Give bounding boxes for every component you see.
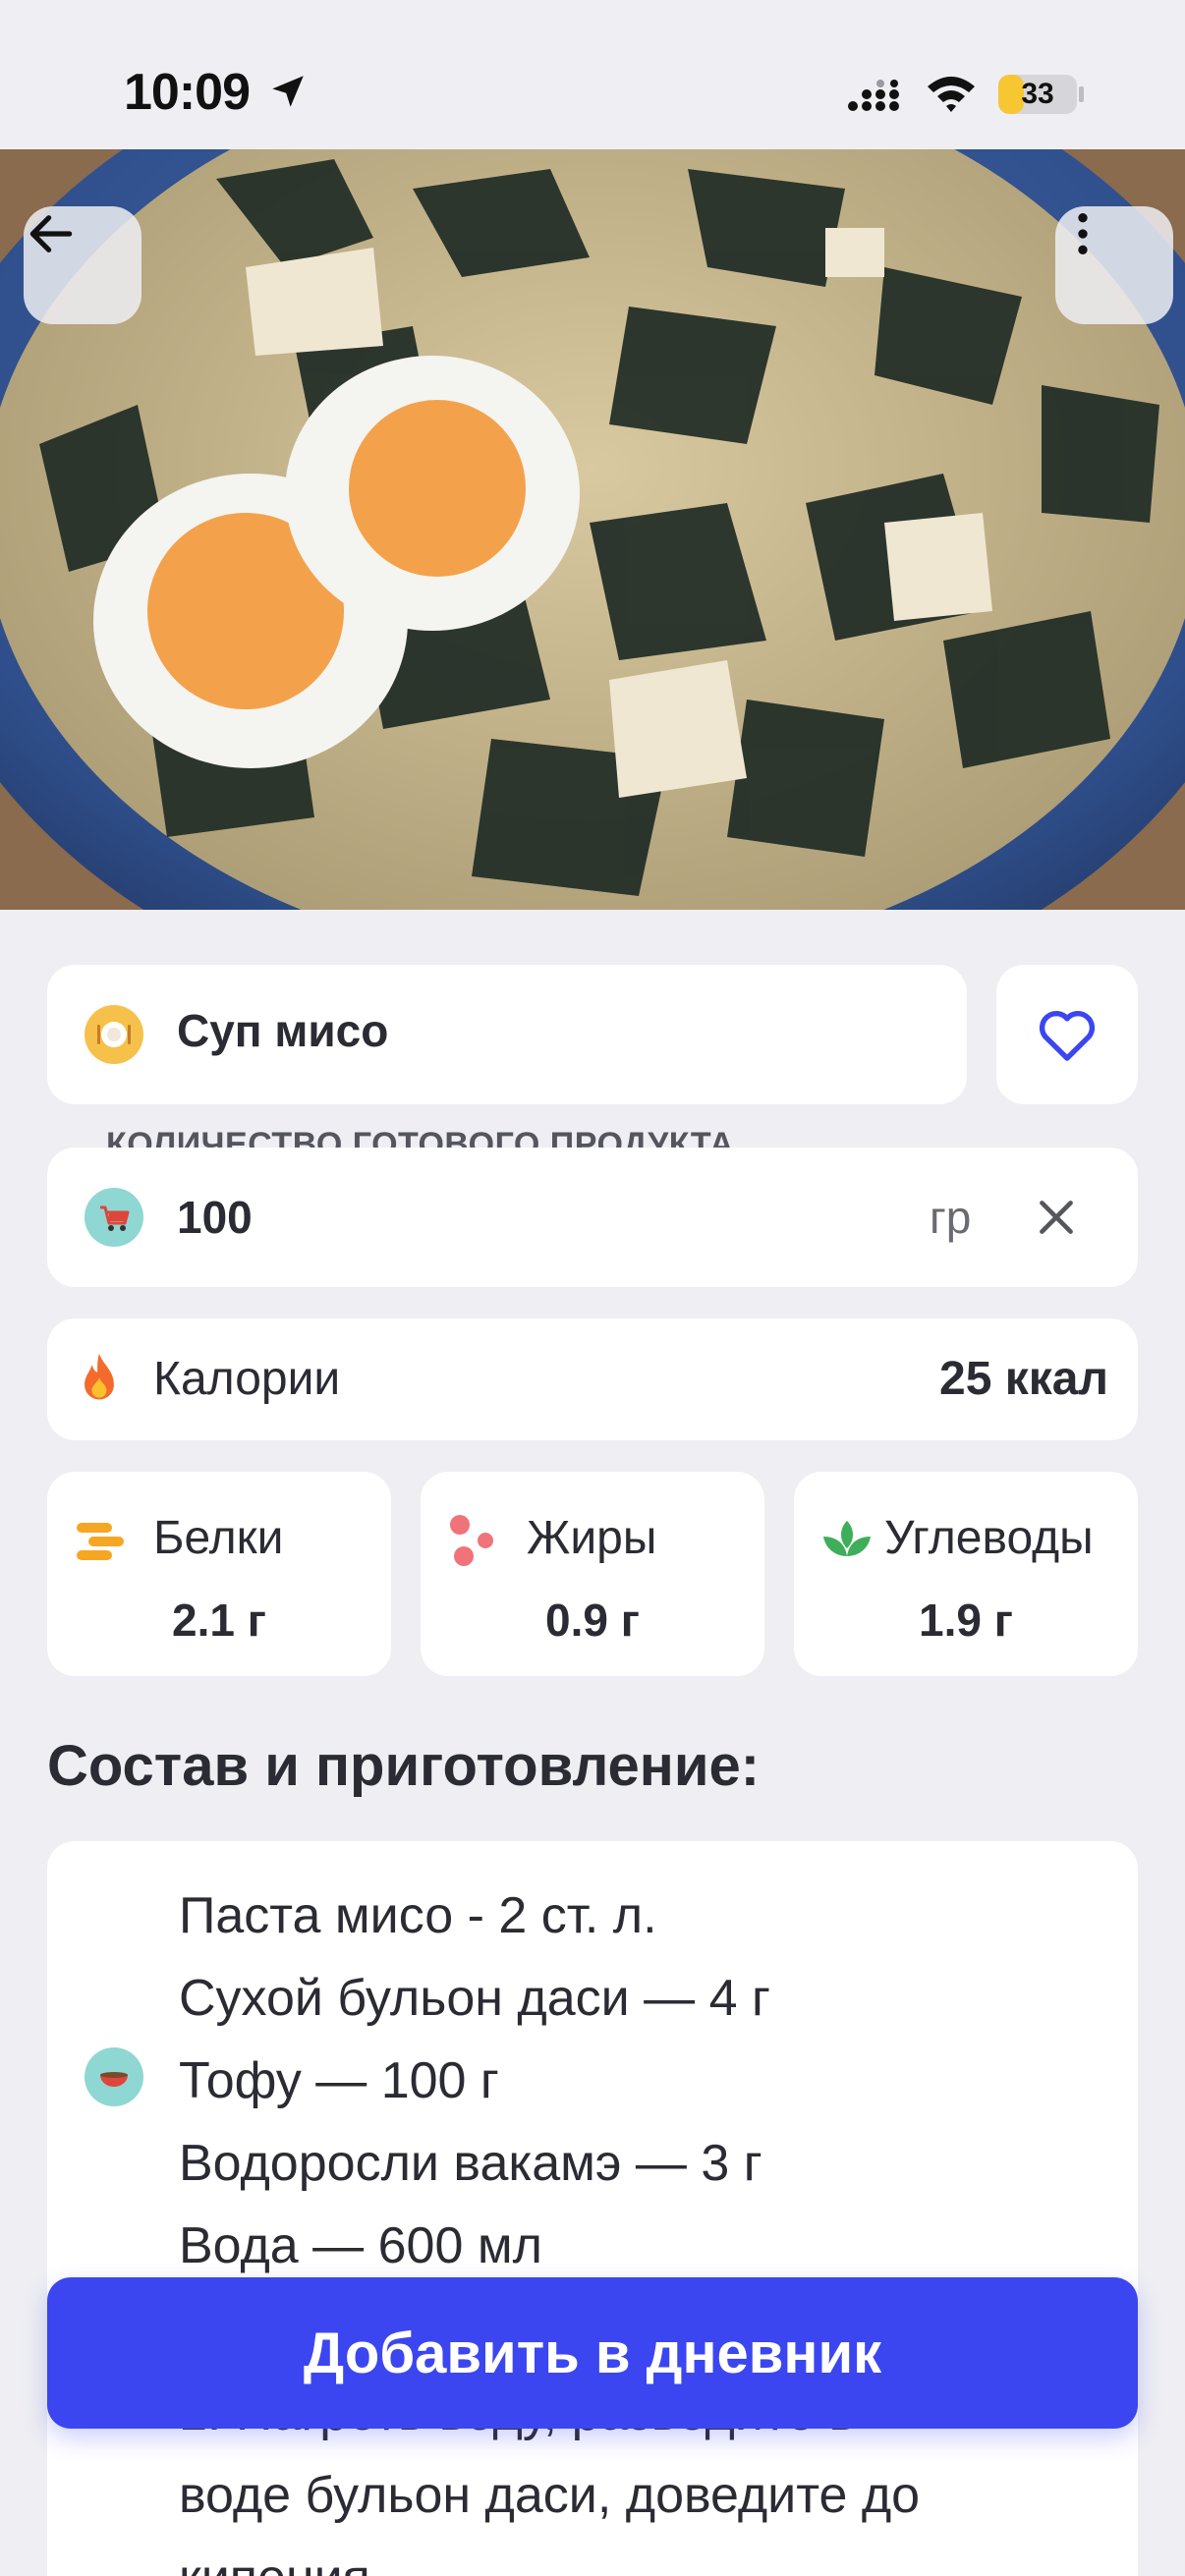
ingredient-item: Сухой бульон даси — 4 г [179, 1970, 770, 2027]
wifi-icon [928, 77, 975, 112]
ingredient-item: Вода — 600 мл [179, 2217, 542, 2274]
cellular-signal-icon [848, 80, 899, 111]
status-bar: 10:09 33 [0, 0, 1185, 149]
more-vertical-icon [1078, 213, 1088, 254]
protein-icon [77, 1523, 124, 1560]
battery-cap [1079, 86, 1084, 102]
favorite-button[interactable] [996, 965, 1138, 1104]
macro-label: Жиры [527, 1512, 657, 1564]
fat-icon [450, 1515, 493, 1566]
battery-indicator: 33 [998, 75, 1077, 114]
calories-card: Калории 25 ккал [47, 1318, 1138, 1440]
recipe-step-line: воде бульон даси, доведите до [179, 2467, 921, 2524]
dish-name: Суп мисо [177, 1005, 389, 1056]
macro-card-protein: Белки 2.1 г [47, 1472, 391, 1676]
quantity-field[interactable]: 100 гр [47, 1148, 1138, 1287]
quantity-unit: гр [930, 1192, 972, 1243]
carbs-icon [823, 1521, 871, 1556]
dish-photo [0, 149, 1185, 910]
arrow-left-icon [29, 215, 73, 252]
ingredients-list: Паста мисо - 2 ст. л. Сухой бульон даси … [179, 1875, 770, 2287]
macro-value: 0.9 г [545, 1595, 640, 1646]
heart-icon [1039, 1010, 1096, 1061]
ingredient-item: Водоросли вакамэ — 3 г [179, 2135, 762, 2192]
recipe-step-line: кипения [179, 2537, 370, 2576]
back-button[interactable] [24, 206, 141, 324]
ingredient-item: Паста мисо - 2 ст. л. [179, 1887, 657, 1944]
dish-name-card: Суп мисо [47, 965, 967, 1104]
macro-card-carbs: Углеводы 1.9 г [794, 1472, 1138, 1676]
recipe-section-title: Состав и приготовление: [47, 1734, 761, 1798]
macro-value: 2.1 г [172, 1595, 266, 1646]
macro-label: Белки [153, 1512, 284, 1564]
add-to-diary-label: Добавить в дневник [303, 2321, 882, 2385]
quantity-value[interactable]: 100 [177, 1191, 253, 1244]
ingredient-item: Тофу — 100 г [179, 2052, 499, 2109]
location-arrow-icon [272, 76, 304, 107]
more-options-button[interactable] [1055, 206, 1173, 324]
battery-level: 33 [1021, 78, 1054, 110]
dish-plate-icon [85, 1005, 143, 1064]
close-icon[interactable] [1032, 1193, 1081, 1242]
add-to-diary-button[interactable]: Добавить в дневник [47, 2277, 1138, 2429]
calories-label: Калории [153, 1353, 341, 1405]
calories-value: 25 ккал [939, 1353, 1108, 1405]
macro-value: 1.9 г [919, 1595, 1013, 1646]
recipe-card: Паста мисо - 2 ст. л. Сухой бульон даси … [47, 1841, 1138, 2576]
bowl-icon [85, 2047, 143, 2106]
miso-soup-illustration [0, 149, 1185, 910]
cart-icon [85, 1188, 143, 1247]
fire-icon [85, 1353, 114, 1400]
macro-label: Углеводы [884, 1512, 1094, 1564]
macro-card-fat: Жиры 0.9 г [421, 1472, 764, 1676]
status-time: 10:09 [124, 64, 251, 121]
